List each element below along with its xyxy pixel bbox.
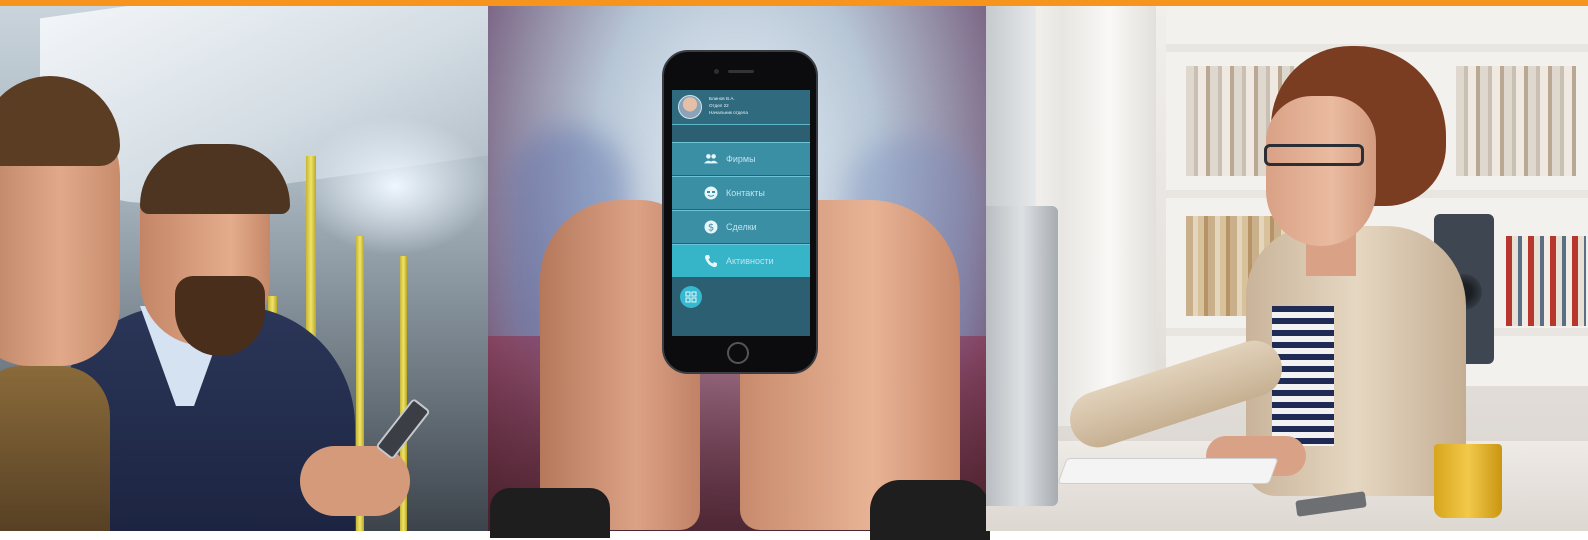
svg-text:$: $ bbox=[708, 223, 714, 234]
front-camera bbox=[714, 69, 719, 74]
books bbox=[1506, 236, 1586, 326]
woman-face bbox=[1266, 96, 1376, 246]
menu-item-firms[interactable]: Фирмы bbox=[672, 142, 810, 175]
grid-icon bbox=[685, 291, 697, 303]
menu-item-label: Фирмы bbox=[726, 154, 756, 164]
app-screen: Блинов В.А. Отдел 22 Начальник отдела Фи… bbox=[672, 90, 810, 336]
menu-item-contacts[interactable]: Контакты bbox=[672, 176, 810, 209]
menu-item-label: Сделки bbox=[726, 222, 757, 232]
photo-woman-at-desk bbox=[986, 6, 1588, 531]
menu-item-deals[interactable]: $ Сделки bbox=[672, 210, 810, 243]
keyboard bbox=[1057, 458, 1279, 484]
monitor-screen-edge bbox=[986, 6, 1036, 216]
computer-monitor bbox=[986, 206, 1058, 506]
people-icon bbox=[704, 154, 718, 164]
books bbox=[1456, 66, 1576, 176]
user-department: Отдел 22 bbox=[709, 103, 729, 108]
home-button bbox=[727, 342, 749, 364]
right-sleeve bbox=[870, 480, 990, 540]
grid-menu-button[interactable] bbox=[680, 286, 702, 308]
user-name: Блинов В.А. bbox=[709, 96, 735, 101]
menu-item-label: Активности bbox=[726, 256, 774, 266]
striped-top bbox=[1272, 306, 1334, 446]
avatar bbox=[678, 95, 702, 119]
dollar-icon: $ bbox=[704, 220, 718, 234]
yellow-mug bbox=[1434, 444, 1502, 518]
phone-icon bbox=[704, 255, 717, 268]
smartphone-mockup: Блинов В.А. Отдел 22 Начальник отдела Фи… bbox=[662, 50, 818, 374]
user-profile-header: Блинов В.А. Отдел 22 Начальник отдела bbox=[672, 90, 810, 125]
window-glow bbox=[300, 116, 488, 256]
foreground-man-jacket bbox=[0, 366, 110, 531]
earpiece-speaker bbox=[728, 70, 754, 73]
menu-item-activities[interactable]: Активности bbox=[672, 244, 810, 277]
eyeglasses bbox=[1264, 144, 1364, 166]
user-position: Начальник отдела bbox=[709, 110, 748, 115]
photo-commuters-train bbox=[0, 6, 488, 531]
menu-item-label: Контакты bbox=[726, 188, 765, 198]
contact-face-icon bbox=[704, 186, 718, 200]
